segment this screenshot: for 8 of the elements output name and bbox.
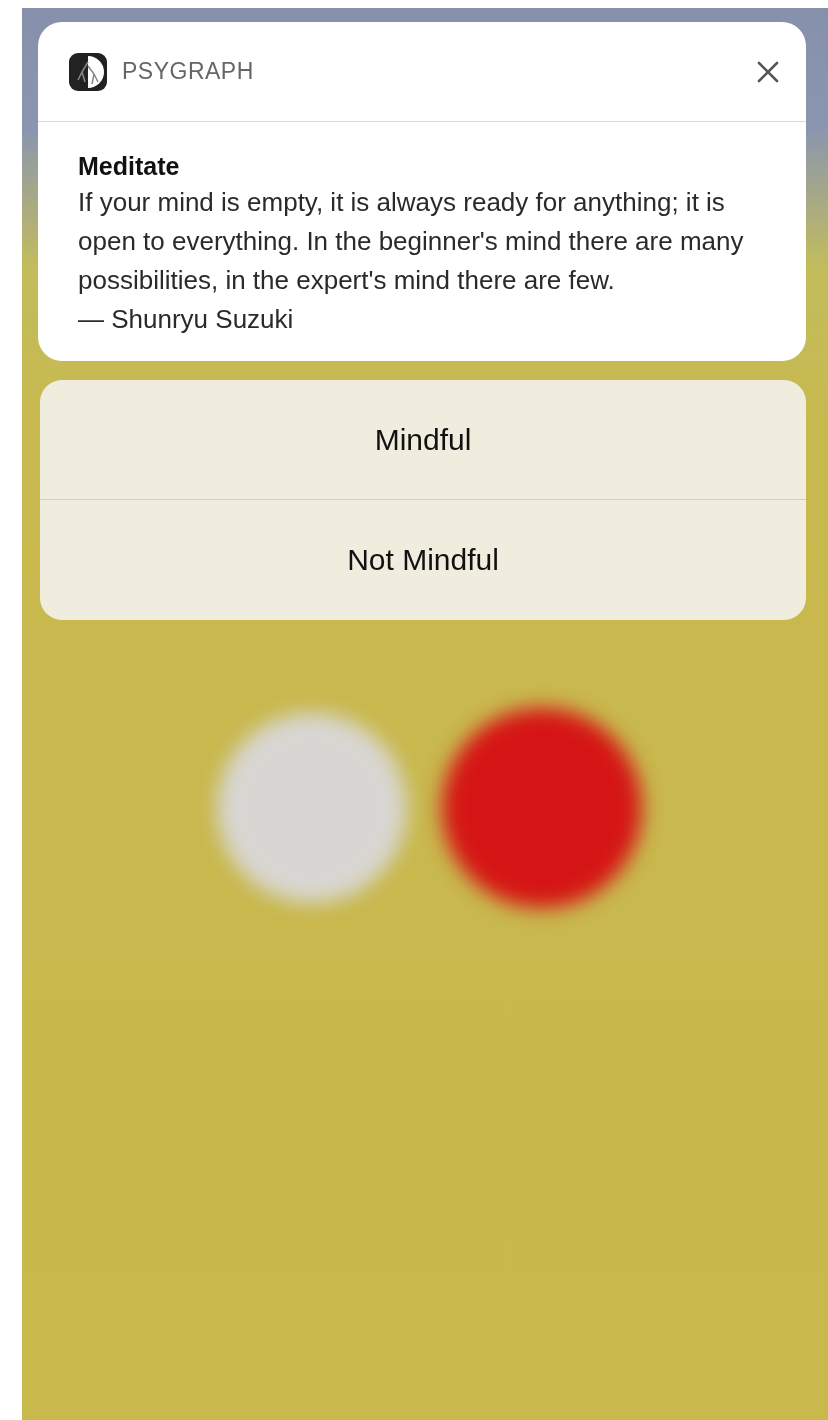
close-icon[interactable]: [756, 59, 780, 84]
notification-title: Meditate: [78, 152, 181, 181]
notification-body: If your mind is empty, it is always ready for anything; it is open to everything. In the beginner's mind there are many possibilities, in the expert's mind there are few.: [78, 186, 745, 297]
action-button[interactable]: Mindful: [40, 380, 806, 500]
app-name: PSYGRAPH: [122, 58, 255, 85]
app-icon: [68, 51, 108, 92]
quote-attribution: — Shunryu Suzuki: [78, 303, 295, 336]
action-button[interactable]: Not Mindful: [40, 500, 806, 620]
